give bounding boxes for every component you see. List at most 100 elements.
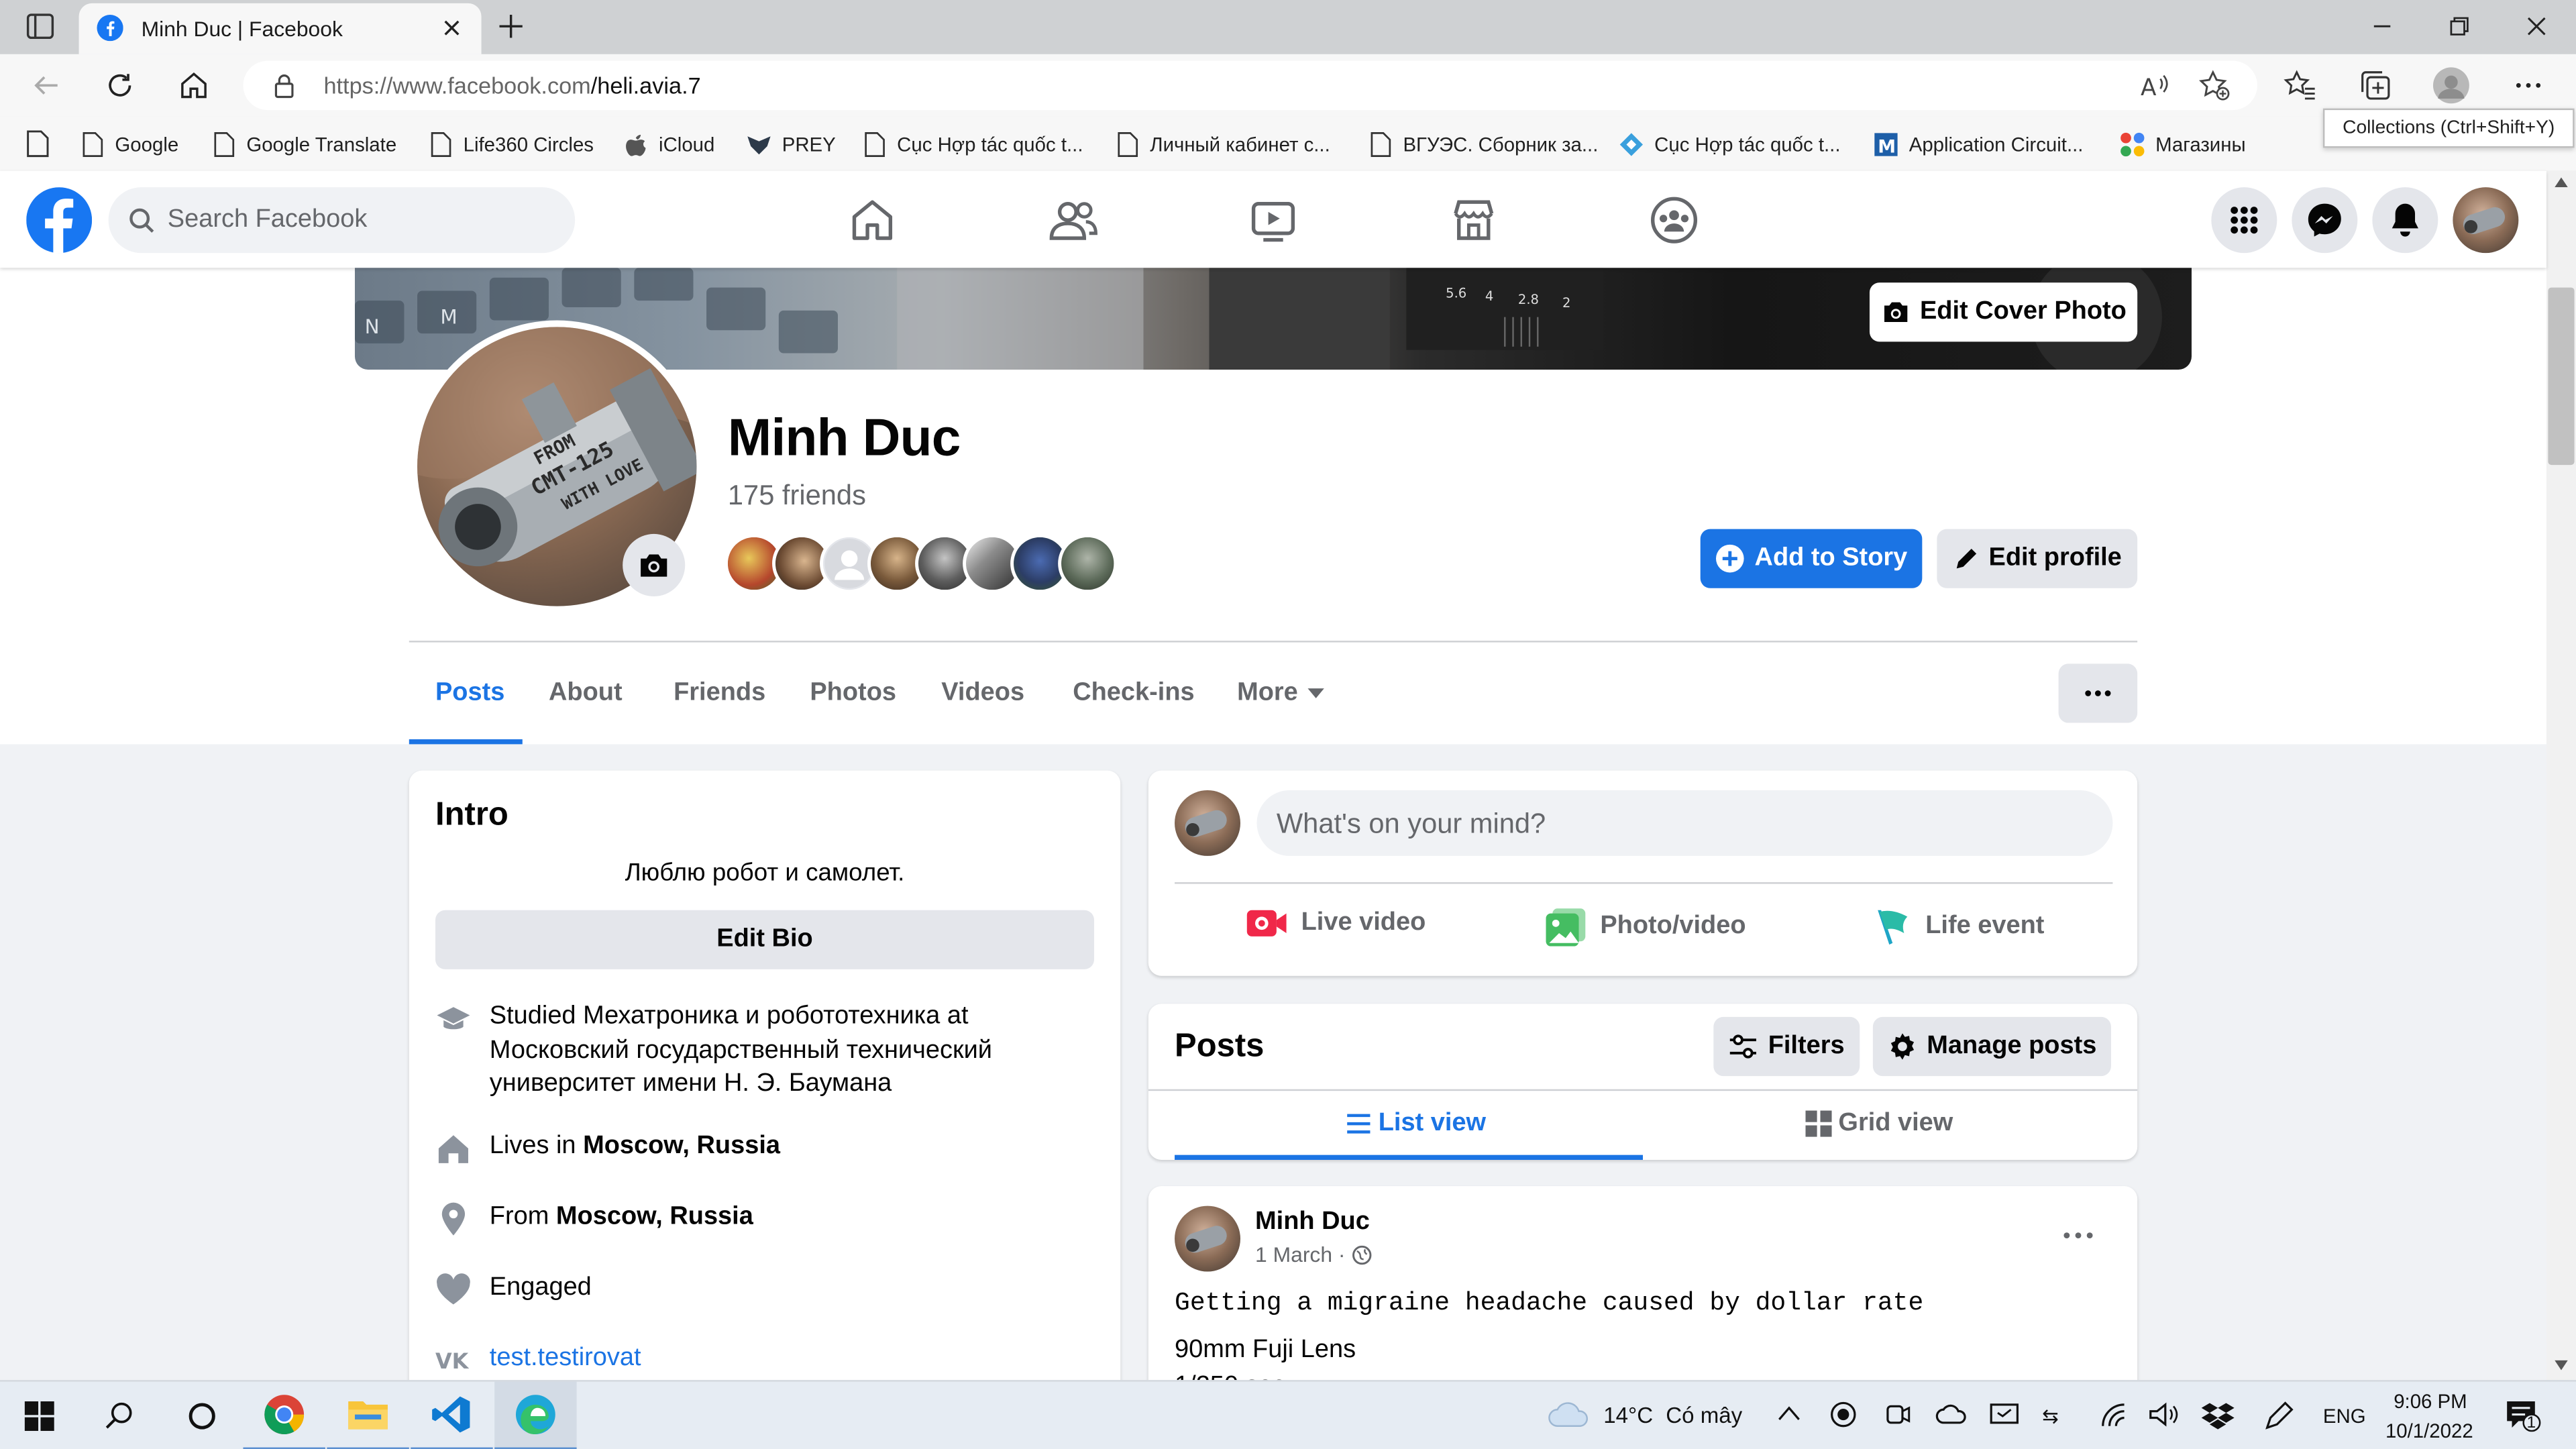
tab-friends[interactable]: Friends bbox=[674, 678, 765, 708]
graduation-cap-icon bbox=[437, 1007, 470, 1030]
profile-more-options-button[interactable] bbox=[2058, 663, 2138, 723]
bookmark-item[interactable]: Магазины bbox=[2119, 129, 2246, 159]
close-tab-icon[interactable] bbox=[440, 16, 463, 39]
vscode-taskbar-button[interactable] bbox=[411, 1382, 493, 1449]
tab-videos[interactable]: Videos bbox=[941, 678, 1024, 708]
bookmark-item[interactable]: ВГУЭС. Сборник за... bbox=[1367, 129, 1598, 159]
cortana-button[interactable] bbox=[161, 1382, 243, 1449]
scrollbar-thumb[interactable] bbox=[2548, 287, 2575, 466]
file-explorer-taskbar-button[interactable] bbox=[327, 1382, 409, 1449]
account-avatar[interactable] bbox=[2453, 187, 2519, 254]
input-tray-icon[interactable]: ⇆ bbox=[2042, 1401, 2072, 1428]
chrome-taskbar-button[interactable] bbox=[243, 1382, 325, 1449]
refresh-icon[interactable] bbox=[105, 70, 135, 100]
pen-tray-icon[interactable] bbox=[2264, 1401, 2294, 1431]
facebook-search-input[interactable]: Search Facebook bbox=[108, 187, 576, 254]
manage-posts-button[interactable]: Manage posts bbox=[1872, 1016, 2111, 1077]
camera-icon bbox=[1884, 302, 1907, 323]
dropbox-icon[interactable] bbox=[2201, 1401, 2235, 1431]
weather-cloud-icon[interactable] bbox=[1548, 1400, 1591, 1430]
vk-username-link[interactable]: test.testirovat bbox=[490, 1342, 1081, 1379]
restore-icon[interactable] bbox=[2447, 13, 2473, 40]
profile-avatar-icon[interactable] bbox=[2432, 67, 2469, 104]
weather-desc[interactable]: Có mây bbox=[1666, 1403, 1742, 1428]
lives-location[interactable]: Moscow, Russia bbox=[583, 1132, 780, 1160]
post-author-avatar[interactable] bbox=[1175, 1205, 1240, 1272]
groups-nav-icon[interactable] bbox=[1648, 194, 1700, 246]
friends-count[interactable]: 175 friends bbox=[728, 480, 866, 513]
facebook-logo-icon[interactable] bbox=[26, 187, 93, 254]
edit-cover-photo-button[interactable]: Edit Cover Photo bbox=[1869, 282, 2138, 342]
back-icon[interactable] bbox=[32, 70, 61, 100]
tab-photos[interactable]: Photos bbox=[810, 678, 896, 708]
composer-avatar[interactable] bbox=[1175, 790, 1240, 856]
bookmark-item[interactable]: M Application Circuit... bbox=[1873, 129, 2083, 159]
tab-about[interactable]: About bbox=[549, 678, 623, 708]
url-field[interactable]: https://www.facebook.com/heli.avia.7 A bbox=[243, 60, 2257, 111]
life-event-button[interactable]: Life event bbox=[1873, 907, 2044, 947]
bookmark-item[interactable]: Google Translate bbox=[210, 129, 396, 159]
add-favorite-icon[interactable] bbox=[2198, 69, 2231, 102]
show-hidden-icons-icon[interactable] bbox=[1778, 1405, 1801, 1421]
camera-tray-icon[interactable] bbox=[1884, 1401, 1911, 1428]
bookmark-item[interactable]: iCloud bbox=[623, 129, 714, 159]
bookmark-item[interactable]: Cục Hợp tác quốc t... bbox=[1618, 129, 1840, 159]
collections-icon[interactable] bbox=[2359, 69, 2392, 102]
read-aloud-icon[interactable]: A bbox=[2139, 70, 2172, 100]
tab-more[interactable]: More bbox=[1237, 678, 1325, 708]
bookmark-label: Магазины bbox=[2155, 133, 2246, 156]
lock-icon[interactable] bbox=[273, 72, 296, 99]
bookmark-item[interactable]: Cục Hợp tác quốc t... bbox=[861, 129, 1083, 159]
bookmark-item[interactable]: Личный кабинет с... bbox=[1114, 129, 1330, 159]
browser-tab[interactable]: Minh Duc | Facebook bbox=[78, 3, 482, 54]
display-tray-icon[interactable] bbox=[1990, 1401, 2019, 1428]
messenger-button[interactable] bbox=[2292, 187, 2358, 254]
tab-posts[interactable]: Posts bbox=[435, 678, 504, 708]
update-profile-picture-button[interactable] bbox=[623, 533, 686, 596]
friend-avatar[interactable] bbox=[1058, 533, 1118, 594]
language-indicator[interactable]: ENG bbox=[2323, 1405, 2366, 1428]
menu-grid-button[interactable] bbox=[2211, 187, 2277, 254]
record-icon[interactable] bbox=[1830, 1401, 1856, 1428]
post-options-button[interactable] bbox=[2061, 1219, 2094, 1252]
watch-nav-icon[interactable] bbox=[1247, 194, 1299, 246]
filters-button[interactable]: Filters bbox=[1713, 1016, 1860, 1077]
intro-card: Intro Люблю робот и самолет. Edit Bio St… bbox=[409, 770, 1121, 1428]
bookmark-item[interactable]: Google bbox=[79, 129, 178, 159]
volume-icon[interactable] bbox=[2149, 1401, 2178, 1428]
wifi-icon[interactable] bbox=[2100, 1401, 2129, 1428]
clock-time[interactable]: 9:06 PM bbox=[2394, 1390, 2467, 1413]
start-button[interactable] bbox=[0, 1382, 79, 1449]
live-video-button[interactable]: Live video bbox=[1245, 907, 1426, 940]
post-author-name[interactable]: Minh Duc bbox=[1255, 1208, 1370, 1237]
home-icon[interactable] bbox=[179, 70, 209, 100]
edit-profile-button[interactable]: Edit profile bbox=[1937, 529, 2138, 588]
minimize-icon[interactable] bbox=[2369, 13, 2395, 40]
weather-temp[interactable]: 14°C bbox=[1603, 1403, 1653, 1428]
friends-nav-icon[interactable] bbox=[1046, 194, 1099, 246]
marketplace-nav-icon[interactable] bbox=[1448, 194, 1500, 246]
tab-actions-icon[interactable] bbox=[26, 13, 54, 40]
search-icon bbox=[105, 1402, 132, 1429]
favorites-icon[interactable] bbox=[2284, 69, 2316, 102]
from-location[interactable]: Moscow, Russia bbox=[556, 1203, 753, 1231]
onedrive-icon[interactable] bbox=[1935, 1401, 1968, 1428]
bookmark-item[interactable]: Life360 Circles bbox=[427, 129, 594, 159]
edge-taskbar-button[interactable] bbox=[494, 1381, 577, 1449]
whats-on-your-mind-input[interactable]: What's on your mind? bbox=[1256, 790, 2113, 856]
photo-video-button[interactable]: Photo/video bbox=[1544, 907, 1746, 947]
close-window-icon[interactable] bbox=[2524, 13, 2550, 40]
search-button[interactable] bbox=[79, 1382, 161, 1449]
new-tab-icon[interactable] bbox=[496, 11, 526, 41]
add-to-story-button[interactable]: Add to Story bbox=[1700, 529, 1923, 588]
post-timestamp[interactable]: 1 March · bbox=[1255, 1242, 1372, 1267]
edit-bio-button[interactable]: Edit Bio bbox=[435, 910, 1095, 969]
list-view-tab[interactable]: List view bbox=[1346, 1109, 1486, 1138]
settings-more-icon[interactable] bbox=[2514, 72, 2543, 99]
home-nav-icon[interactable] bbox=[846, 194, 898, 246]
bookmark-item[interactable]: PREY bbox=[746, 129, 836, 159]
grid-view-tab[interactable]: Grid view bbox=[1805, 1109, 1953, 1138]
clock-date[interactable]: 10/1/2022 bbox=[2385, 1419, 2473, 1442]
tab-check-ins[interactable]: Check-ins bbox=[1073, 678, 1194, 708]
notifications-button[interactable] bbox=[2372, 187, 2438, 254]
